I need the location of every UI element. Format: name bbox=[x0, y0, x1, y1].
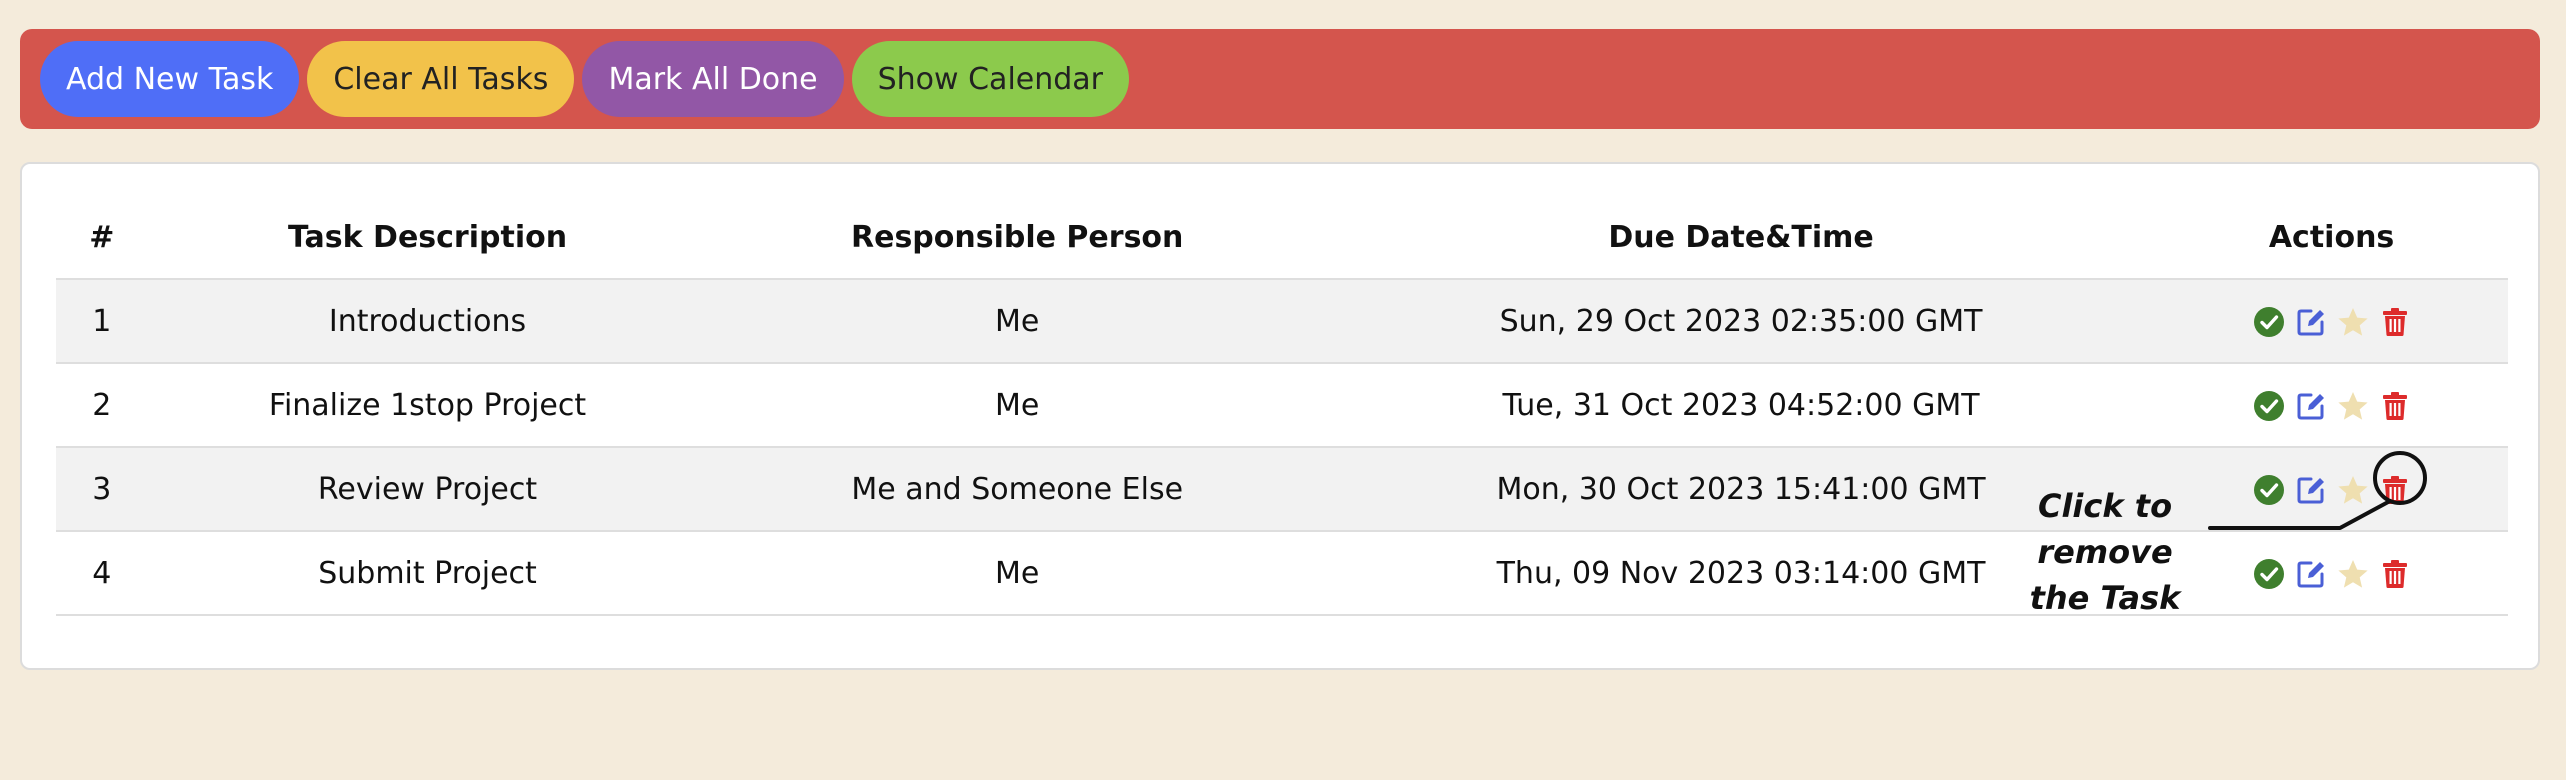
task-description-cell: Submit Project bbox=[147, 531, 708, 616]
clear-all-tasks-button[interactable]: Clear All Tasks bbox=[307, 41, 575, 117]
table-header-row: # Task Description Responsible Person Du… bbox=[56, 196, 2508, 280]
star-icon[interactable] bbox=[2337, 474, 2369, 506]
task-description-cell: Review Project bbox=[147, 447, 708, 532]
header-task-description: Task Description bbox=[147, 196, 708, 280]
check-icon[interactable] bbox=[2253, 474, 2285, 506]
star-icon[interactable] bbox=[2337, 390, 2369, 422]
actions-cell bbox=[2155, 363, 2508, 448]
star-icon[interactable] bbox=[2337, 558, 2369, 590]
task-number-cell: 2 bbox=[56, 363, 148, 448]
edit-icon[interactable] bbox=[2295, 390, 2327, 422]
table-row: 1 Introductions Me Sun, 29 Oct 2023 02:35:0… bbox=[56, 279, 2508, 364]
task-number-cell: 1 bbox=[56, 279, 148, 364]
row-actions bbox=[2253, 474, 2411, 506]
callout-line-2: the Task bbox=[2029, 579, 2181, 617]
edit-icon[interactable] bbox=[2295, 474, 2327, 506]
check-icon[interactable] bbox=[2253, 390, 2285, 422]
add-new-task-button[interactable]: Add New Task bbox=[40, 41, 300, 117]
task-description-cell: Finalize 1stop Project bbox=[147, 363, 708, 448]
show-calendar-button[interactable]: Show Calendar bbox=[851, 41, 1130, 117]
edit-icon[interactable] bbox=[2295, 306, 2327, 338]
task-description-cell: Introductions bbox=[147, 279, 708, 364]
header-responsible-person: Responsible Person bbox=[707, 196, 1327, 280]
task-number-cell: 4 bbox=[56, 531, 148, 616]
row-actions bbox=[2253, 558, 2411, 590]
trash-icon[interactable] bbox=[2379, 558, 2411, 590]
due-date-cell: Sun, 29 Oct 2023 02:35:00 GMT bbox=[1326, 279, 2156, 364]
trash-icon[interactable] bbox=[2379, 390, 2411, 422]
check-icon[interactable] bbox=[2253, 558, 2285, 590]
toolbar: Add New Task Clear All Tasks Mark All Do… bbox=[20, 29, 2540, 129]
row-actions bbox=[2253, 390, 2411, 422]
check-icon[interactable] bbox=[2253, 306, 2285, 338]
responsible-person-cell: Me bbox=[707, 531, 1327, 616]
responsible-person-cell: Me and Someone Else bbox=[707, 447, 1327, 532]
task-number-cell: 3 bbox=[56, 447, 148, 532]
due-date-cell: Tue, 31 Oct 2023 04:52:00 GMT bbox=[1326, 363, 2156, 448]
trash-icon[interactable] bbox=[2379, 306, 2411, 338]
responsible-person-cell: Me bbox=[707, 363, 1327, 448]
callout-text: Click to remove the Task bbox=[1970, 483, 2240, 621]
star-icon[interactable] bbox=[2337, 306, 2369, 338]
actions-cell bbox=[2155, 279, 2508, 364]
responsible-person-cell: Me bbox=[707, 279, 1327, 364]
mark-all-done-button[interactable]: Mark All Done bbox=[582, 41, 844, 117]
callout-line-1: Click to remove bbox=[2037, 487, 2173, 571]
header-due-date-time: Due Date&Time bbox=[1326, 196, 2156, 280]
table-row: 2 Finalize 1stop Project Me Tue, 31 Oct 202… bbox=[56, 363, 2508, 448]
header-actions: Actions bbox=[2155, 196, 2508, 280]
header-number: # bbox=[56, 196, 148, 280]
trash-icon[interactable] bbox=[2379, 474, 2411, 506]
row-actions bbox=[2253, 306, 2411, 338]
edit-icon[interactable] bbox=[2295, 558, 2327, 590]
